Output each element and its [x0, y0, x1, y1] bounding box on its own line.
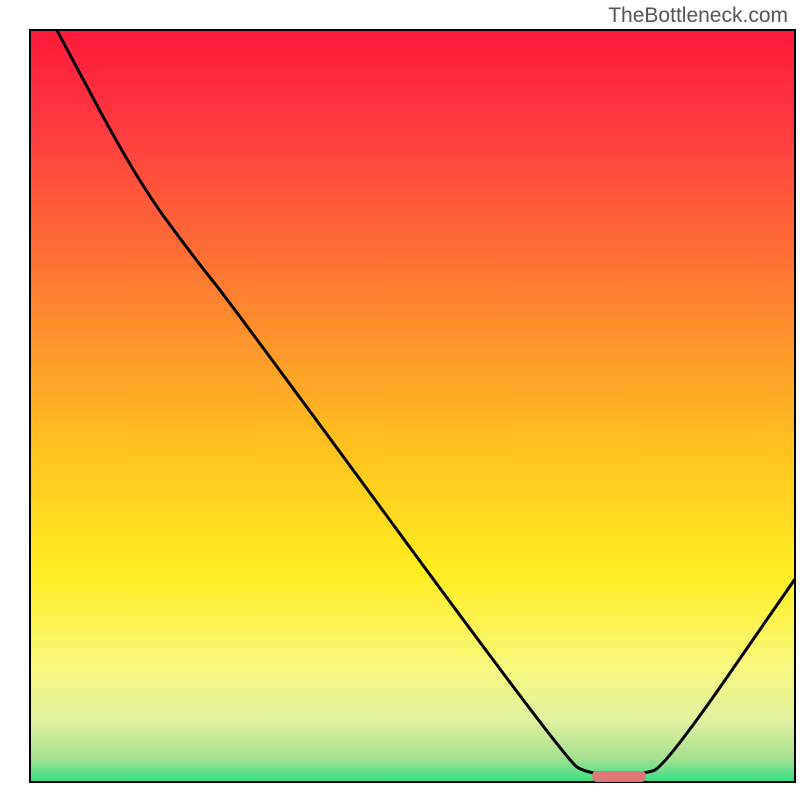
bottleneck-chart: TheBottleneck.com	[0, 0, 800, 800]
optimal-marker	[592, 771, 646, 782]
chart-svg	[0, 0, 800, 800]
plot-background	[30, 30, 795, 782]
watermark-text: TheBottleneck.com	[608, 4, 788, 28]
